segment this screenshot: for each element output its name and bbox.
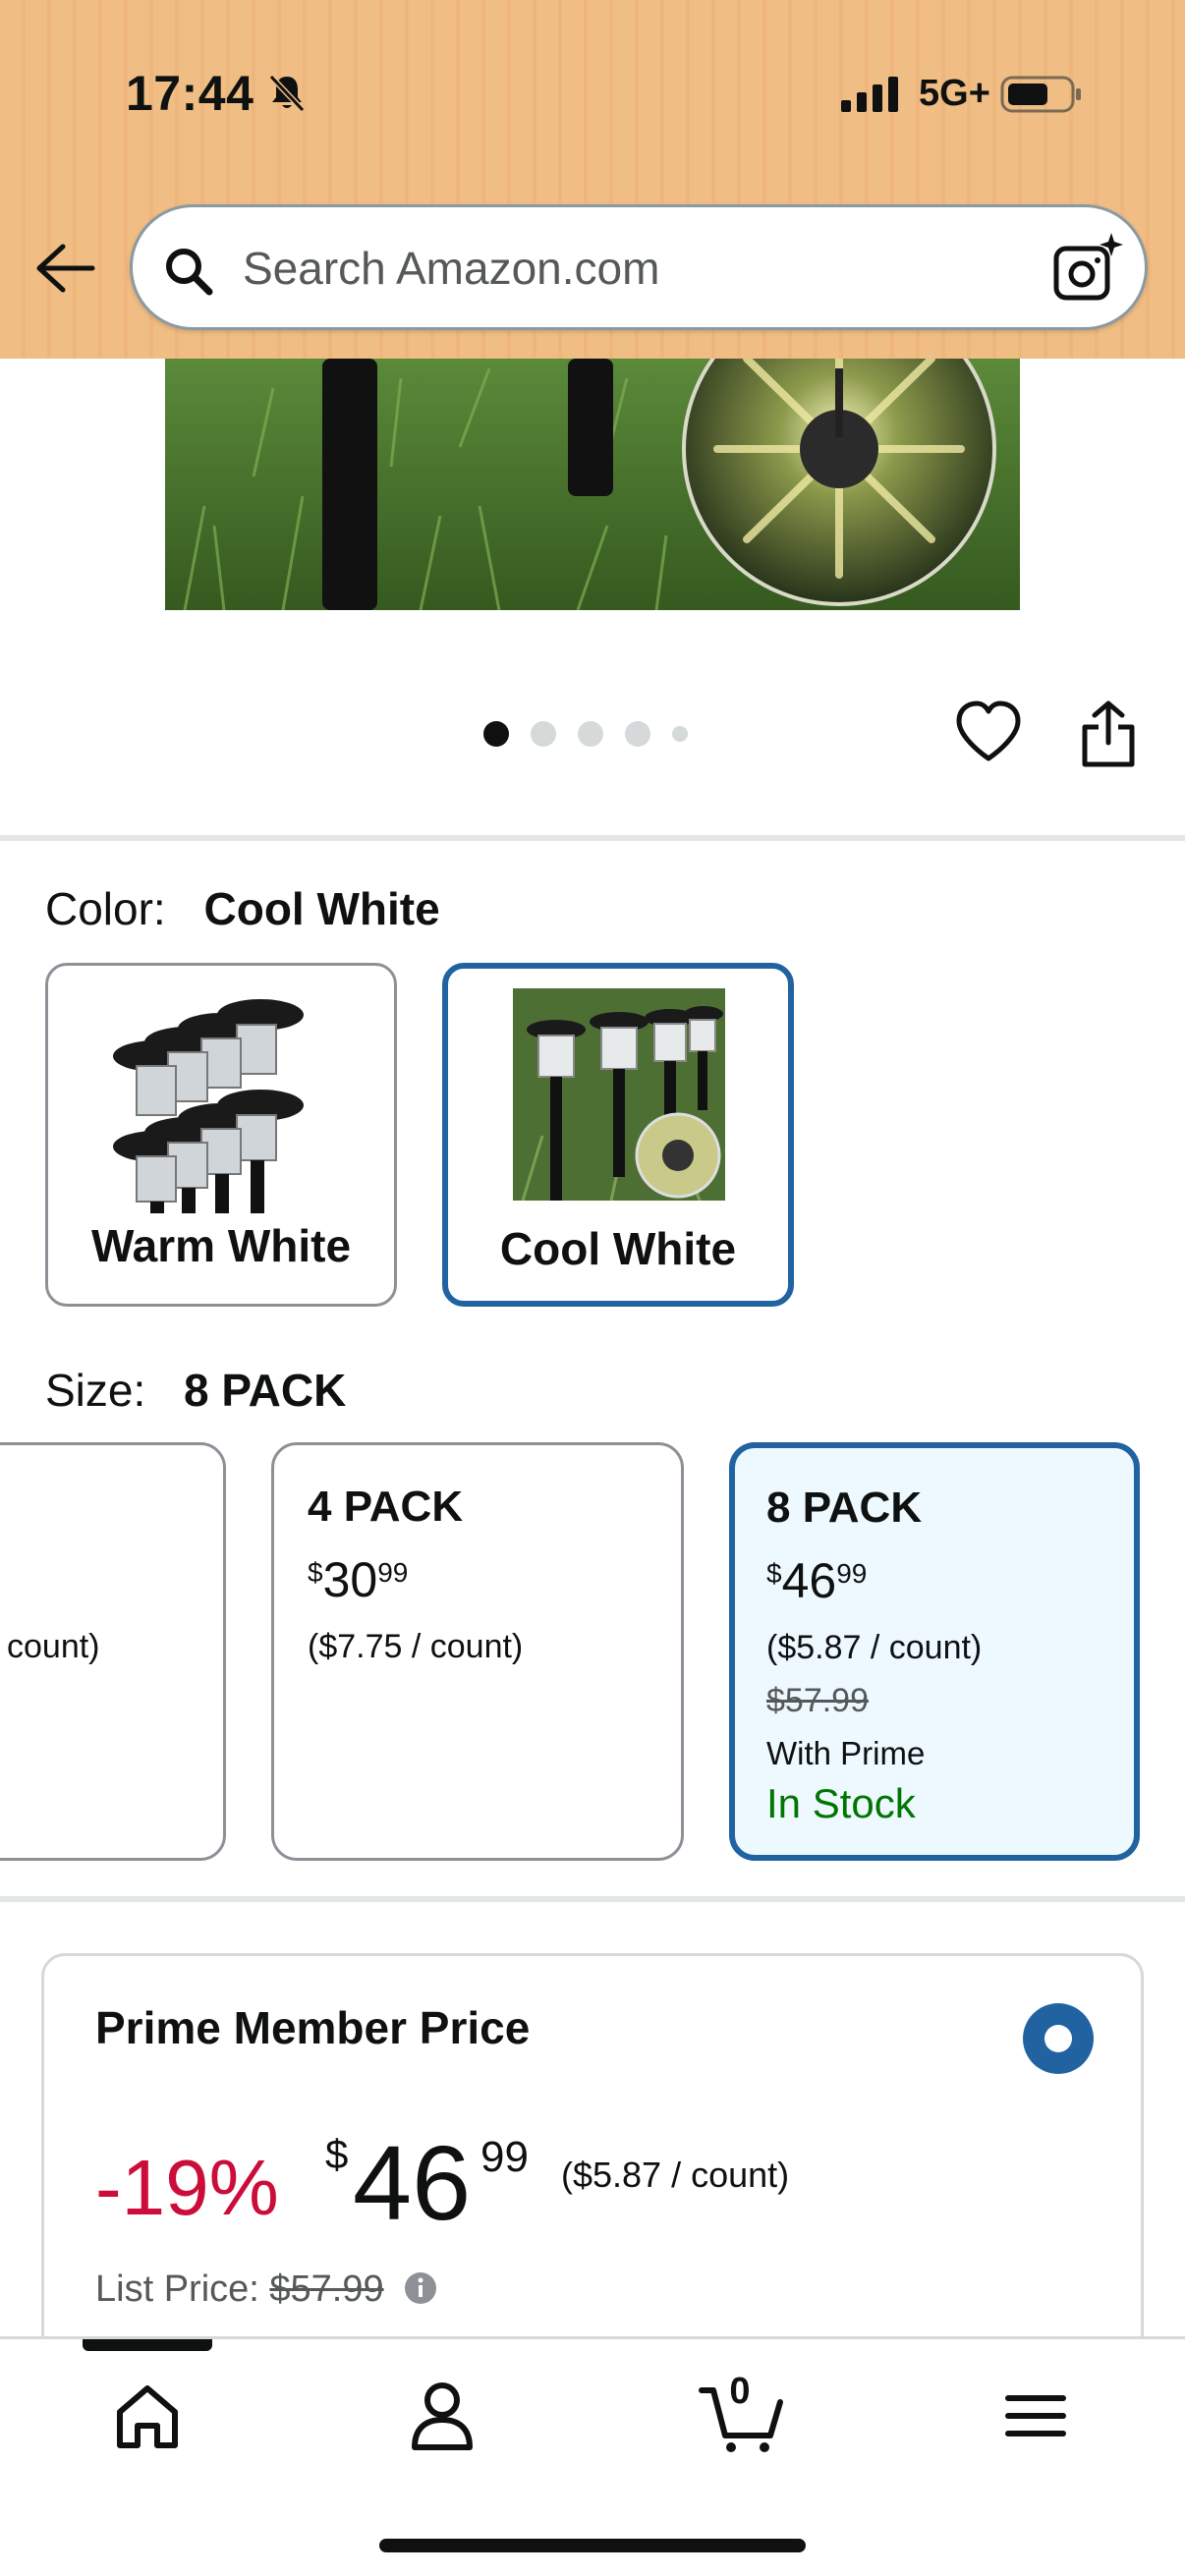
price-fraction: 99 xyxy=(377,1557,409,1588)
warm-white-thumbnail xyxy=(113,999,304,1213)
search-input[interactable] xyxy=(243,227,1029,309)
selected-size: 8 PACK xyxy=(184,1365,347,1416)
color-option-label: Cool White xyxy=(499,1223,737,1274)
cart-button[interactable]: 0 xyxy=(698,2371,788,2455)
size-option-price: $4699 xyxy=(766,1552,867,1609)
size-label: Size: xyxy=(45,1365,146,1416)
app-header: 17:44 5G+ xyxy=(0,0,1185,359)
prime-price-radio[interactable] xyxy=(1023,2003,1094,2074)
carousel-dot-2[interactable] xyxy=(531,721,556,747)
color-option-warm-white[interactable]: Warm White xyxy=(45,963,397,1307)
size-option-price: $3099 xyxy=(308,1551,408,1608)
carousel-dot-3[interactable] xyxy=(578,721,603,747)
discount-percent: -19% xyxy=(95,2144,279,2231)
status-time: 17:44 xyxy=(126,66,254,121)
battery-icon xyxy=(1000,76,1081,113)
color-option-cool-white[interactable]: Cool White xyxy=(442,963,794,1307)
product-image[interactable] xyxy=(165,359,1020,610)
account-icon[interactable] xyxy=(403,2377,481,2455)
size-option-4-pack[interactable]: 4 PACK $3099 ($7.75 / count) xyxy=(271,1442,684,1861)
color-label: Color: xyxy=(45,883,166,934)
price-whole: 46 xyxy=(781,1553,837,1608)
color-selector-label: Color: Cool White xyxy=(45,882,440,935)
price-unit: ($5.87 / count) xyxy=(561,2155,790,2195)
selected-color: Cool White xyxy=(203,883,440,934)
price-whole: 46 xyxy=(353,2123,472,2242)
size-option-unit-price: ($5.87 / count) xyxy=(766,1629,983,1666)
price-currency: $ xyxy=(325,2131,349,2177)
menu-icon[interactable] xyxy=(996,2377,1075,2455)
network-type: 5G+ xyxy=(919,73,990,114)
prime-price-title: Prime Member Price xyxy=(95,2002,531,2053)
price-whole: 30 xyxy=(322,1552,378,1607)
active-tab-indicator xyxy=(83,2339,212,2351)
search-icon xyxy=(166,249,213,296)
silent-bell-icon xyxy=(268,74,306,113)
price-currency: $ xyxy=(308,1557,323,1588)
home-indicator-bar[interactable] xyxy=(379,2539,806,2552)
size-option-title: 4 PACK xyxy=(308,1483,464,1531)
size-option-unit-price: count) xyxy=(7,1628,100,1665)
size-option-list-price: $57.99 xyxy=(766,1682,869,1719)
product-photo-graphic xyxy=(165,359,1020,610)
size-option-prime-note: With Prime xyxy=(766,1735,926,1771)
price-currency: $ xyxy=(766,1558,782,1589)
camera-search-icon[interactable] xyxy=(1050,231,1125,306)
size-option-title: 8 PACK xyxy=(766,1484,923,1532)
section-divider xyxy=(0,835,1185,841)
color-option-label: Warm White xyxy=(90,1220,352,1271)
size-option-8-pack[interactable]: 8 PACK $4699 ($5.87 / count) $57.99 With… xyxy=(729,1442,1140,1861)
cart-count: 0 xyxy=(729,2371,751,2412)
list-price-value: $57.99 xyxy=(269,2268,384,2310)
price-fraction: 99 xyxy=(836,1558,868,1589)
wishlist-heart-icon[interactable] xyxy=(953,700,1024,764)
carousel-dot-4[interactable] xyxy=(625,721,650,747)
search-bar[interactable] xyxy=(130,204,1148,330)
carousel-dot-5[interactable] xyxy=(672,726,688,742)
cool-white-thumbnail xyxy=(513,988,725,1201)
share-icon[interactable] xyxy=(1079,700,1138,768)
size-selector-label: Size: 8 PACK xyxy=(45,1364,346,1417)
size-option-unit-price: ($7.75 / count) xyxy=(308,1628,524,1665)
list-price-row: List Price: $57.99 xyxy=(95,2268,437,2311)
carousel-dot-1[interactable] xyxy=(483,721,509,747)
size-option-stock-status: In Stock xyxy=(766,1780,916,1826)
image-carousel-dots[interactable] xyxy=(483,720,688,748)
cellular-signal-icon xyxy=(841,77,898,112)
list-price-label: List Price: xyxy=(95,2268,259,2310)
section-divider xyxy=(0,1896,1185,1902)
info-icon[interactable] xyxy=(404,2271,437,2305)
price-fraction: 99 xyxy=(480,2133,529,2181)
home-icon[interactable] xyxy=(108,2377,187,2455)
size-option-partial[interactable]: K count) xyxy=(0,1442,226,1861)
back-arrow-icon[interactable] xyxy=(33,241,96,296)
